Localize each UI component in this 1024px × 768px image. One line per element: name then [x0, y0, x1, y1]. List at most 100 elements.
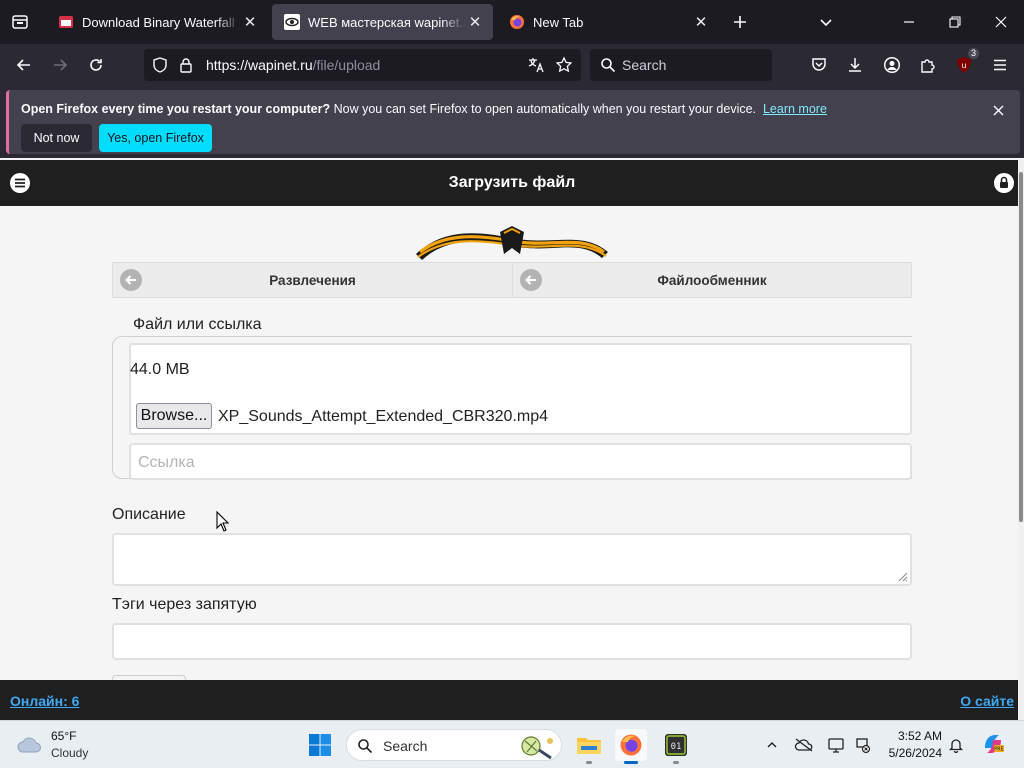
reload-icon	[90, 59, 102, 71]
description-textarea[interactable]	[112, 533, 912, 586]
running-indicator	[673, 761, 679, 764]
close-tab-icon[interactable]: ✕	[240, 12, 260, 32]
forward-button[interactable]	[46, 51, 74, 79]
windows-logo-icon	[309, 734, 331, 756]
search-bar[interactable]: Search	[590, 49, 772, 81]
reload-button[interactable]	[82, 51, 110, 79]
login-button[interactable]	[992, 171, 1016, 195]
tab-wapinet[interactable]: WEB мастерская wapinet.ru - З ✕	[272, 4, 493, 40]
breadcrumb-label: Развлечения	[269, 272, 356, 288]
firefox-icon	[509, 14, 525, 30]
tab-title: WEB мастерская wapinet.ru - З	[308, 14, 465, 30]
new-tab-button[interactable]	[728, 10, 752, 34]
url-bar[interactable]: https://wapinet.ru/file/upload	[144, 49, 581, 81]
clock-date[interactable]: 5/26/2024	[880, 746, 942, 760]
cloud-offline-icon	[794, 738, 813, 752]
close-tab-icon[interactable]: ✕	[691, 12, 711, 32]
display-tray-button[interactable]	[826, 735, 846, 755]
clock-time[interactable]: 3:52 AM	[880, 729, 942, 743]
tab-new-tab[interactable]: New Tab ✕	[497, 4, 719, 40]
lock-circle-icon	[994, 173, 1014, 193]
extension-badge: 3	[967, 48, 979, 59]
online-count-link[interactable]: Онлайн: 6	[10, 693, 79, 709]
tab-binary-waterfall[interactable]: Download Binary Waterfall (Win ✕	[46, 4, 268, 40]
copilot-button[interactable]: PRE	[980, 731, 1006, 757]
arrow-left-circle-icon	[120, 269, 142, 291]
close-notification-button[interactable]	[988, 100, 1008, 120]
breadcrumb-item-file-exchange[interactable]: Файлообменник	[512, 263, 911, 297]
pocket-button[interactable]	[806, 52, 832, 78]
notifications-button[interactable]	[946, 735, 966, 755]
notification-body: Now you can set Firefox to open automati…	[330, 102, 757, 116]
weather-temperature[interactable]: 65°F	[51, 729, 76, 743]
app-menu-button[interactable]	[987, 52, 1013, 78]
active-indicator	[624, 761, 638, 764]
restore-icon	[949, 16, 961, 28]
close-icon	[993, 105, 1003, 115]
translate-icon[interactable]	[526, 55, 546, 75]
notification-panel: Open Firefox every time you restart your…	[6, 90, 1020, 154]
breadcrumb-item-entertainment[interactable]: Развлечения	[113, 263, 512, 297]
puzzle-icon	[921, 59, 935, 73]
start-button[interactable]	[304, 729, 336, 761]
windows-taskbar: 65°F Cloudy Search 01 3:52 AM 5/26/2024 …	[0, 720, 1024, 768]
copilot-icon: PRE	[985, 735, 1004, 753]
minimize-icon	[904, 21, 914, 23]
ublock-origin-button[interactable]: u 3	[951, 48, 979, 78]
plus-icon	[734, 16, 746, 28]
browse-button[interactable]: Browse...	[136, 403, 212, 429]
ublock-shield-icon: u	[957, 57, 971, 73]
scrollbar-thumb[interactable]	[1019, 172, 1023, 522]
restore-button[interactable]	[940, 8, 970, 36]
shield-icon[interactable]	[150, 55, 170, 75]
bookmark-star-icon[interactable]	[554, 55, 574, 75]
extensions-button[interactable]	[915, 52, 941, 78]
onedrive-tray-button[interactable]	[794, 735, 814, 755]
network-disconnected-icon	[856, 738, 871, 754]
firefox-view-button[interactable]	[6, 8, 34, 36]
bell-icon	[948, 739, 964, 753]
pocket-icon	[812, 58, 826, 71]
search-icon	[355, 736, 375, 756]
page-scrollbar[interactable]	[1018, 160, 1024, 720]
yes-open-firefox-button[interactable]: Yes, open Firefox	[99, 124, 212, 152]
downloads-button[interactable]	[842, 52, 868, 78]
resize-grip-icon[interactable]	[896, 570, 908, 582]
taskbar-firefox[interactable]	[615, 729, 647, 764]
url-text[interactable]: https://wapinet.ru/file/upload	[206, 57, 380, 73]
minimize-button[interactable]	[894, 8, 924, 36]
link-input[interactable]: Ссылка	[129, 443, 912, 480]
back-button[interactable]	[10, 51, 38, 79]
site-footer: Онлайн: 6 О сайте	[0, 680, 1018, 720]
list-all-tabs-button[interactable]	[814, 10, 838, 34]
hamburger-icon	[994, 59, 1006, 71]
taskbar-binary-waterfall[interactable]: 01	[660, 729, 692, 764]
close-window-button[interactable]	[986, 8, 1016, 36]
arrow-left-icon	[16, 59, 30, 71]
lock-icon[interactable]	[176, 55, 196, 75]
chevron-up-icon	[767, 742, 777, 748]
binary-waterfall-app-icon: 01	[665, 734, 687, 756]
description-label: Описание	[112, 506, 186, 523]
close-tab-icon[interactable]: ✕	[465, 12, 485, 32]
tags-input[interactable]	[112, 623, 912, 660]
mouse-cursor-icon	[216, 511, 230, 532]
fieldset-legend: Файл или ссылка	[131, 316, 264, 334]
taskbar-file-explorer[interactable]	[573, 729, 605, 764]
not-now-button[interactable]: Not now	[21, 124, 92, 152]
arrow-left-circle-icon	[520, 269, 542, 291]
svg-text:01: 01	[671, 742, 682, 752]
network-tray-button[interactable]	[852, 735, 872, 755]
learn-more-link[interactable]: Learn more	[763, 102, 827, 116]
show-hidden-icons-button[interactable]	[762, 735, 782, 755]
windows-search-box[interactable]: Search	[346, 729, 562, 761]
weather-description[interactable]: Cloudy	[51, 746, 88, 760]
account-icon	[883, 56, 901, 74]
account-button[interactable]	[879, 52, 905, 78]
file-size: 44.0 MB	[130, 361, 190, 378]
navigation-toolbar: https://wapinet.ru/file/upload Search u …	[0, 44, 1024, 86]
about-link[interactable]: О сайте	[960, 693, 1014, 709]
eye-icon	[284, 14, 300, 30]
cloud-icon[interactable]	[16, 733, 44, 755]
url-host: https://wapinet.ru	[206, 57, 313, 73]
